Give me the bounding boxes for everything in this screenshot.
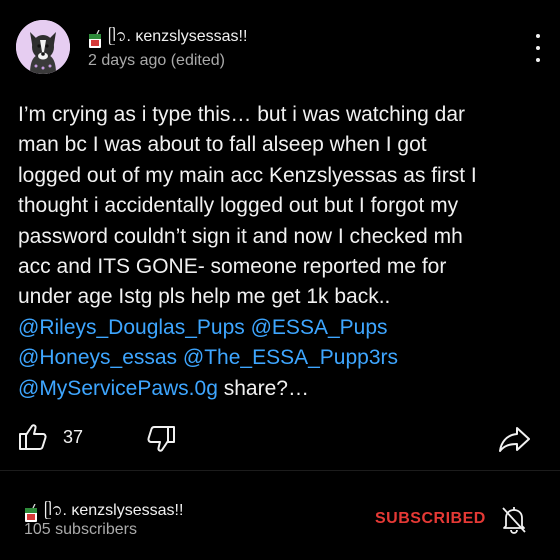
comment-line: password couldn’t sign it and now I chec… — [18, 224, 463, 248]
mention-link[interactable]: @Honeys_essas — [18, 346, 177, 369]
juice-box-icon — [88, 29, 102, 48]
thumb-up-icon — [18, 422, 48, 452]
subscriber-count: 105 subscribers — [24, 521, 137, 538]
like-count: 37 — [63, 427, 84, 447]
comment-line: thought i accidentally logged out but I … — [18, 194, 459, 218]
mention-link[interactable]: @MyServicePaws.0g — [18, 377, 218, 400]
avatar[interactable] — [16, 20, 70, 74]
notifications-off-icon — [500, 505, 528, 535]
comment-line: under age Istg pls help me get 1k back.. — [18, 285, 391, 309]
more-options-icon[interactable] — [530, 34, 546, 62]
comment-line: logged out of my main acc Kenzslyessas a… — [18, 163, 477, 187]
mention-link[interactable]: @ESSA_Pups — [251, 316, 388, 339]
subscribed-button[interactable]: SUBSCRIBED — [375, 510, 486, 528]
comment-line: man bc I was about to fall alseep when I… — [18, 133, 427, 157]
share-icon — [498, 424, 532, 454]
thumb-down-icon — [146, 424, 176, 454]
comment-line: I’m crying as i type this… but i was wat… — [18, 103, 466, 126]
share-button[interactable] — [498, 424, 532, 454]
dislike-button[interactable] — [146, 424, 176, 454]
juice-box-icon — [24, 503, 38, 522]
comment-author[interactable]: ᥫ᭡. ĸenzslysessas!! — [88, 24, 247, 53]
comment-author-name: ᥫ᭡. ĸenzslysessas!! — [108, 28, 248, 45]
divider — [0, 470, 560, 471]
mention-link[interactable]: @The_ESSA_Pupp3rs — [183, 346, 398, 369]
comment-trailing-text: share?… — [223, 376, 309, 400]
comment-line: acc and ITS GONE- someone reported me fo… — [18, 255, 447, 279]
comment-timestamp: 2 days ago (edited) — [88, 52, 225, 69]
comment-body: I’m crying as i type this… but i was wat… — [18, 100, 548, 404]
comment-actions: 37 — [18, 422, 538, 456]
notifications-off-button[interactable] — [500, 505, 528, 535]
mention-link[interactable]: @Rileys_Douglas_Pups — [18, 316, 245, 339]
like-button[interactable] — [18, 422, 48, 452]
